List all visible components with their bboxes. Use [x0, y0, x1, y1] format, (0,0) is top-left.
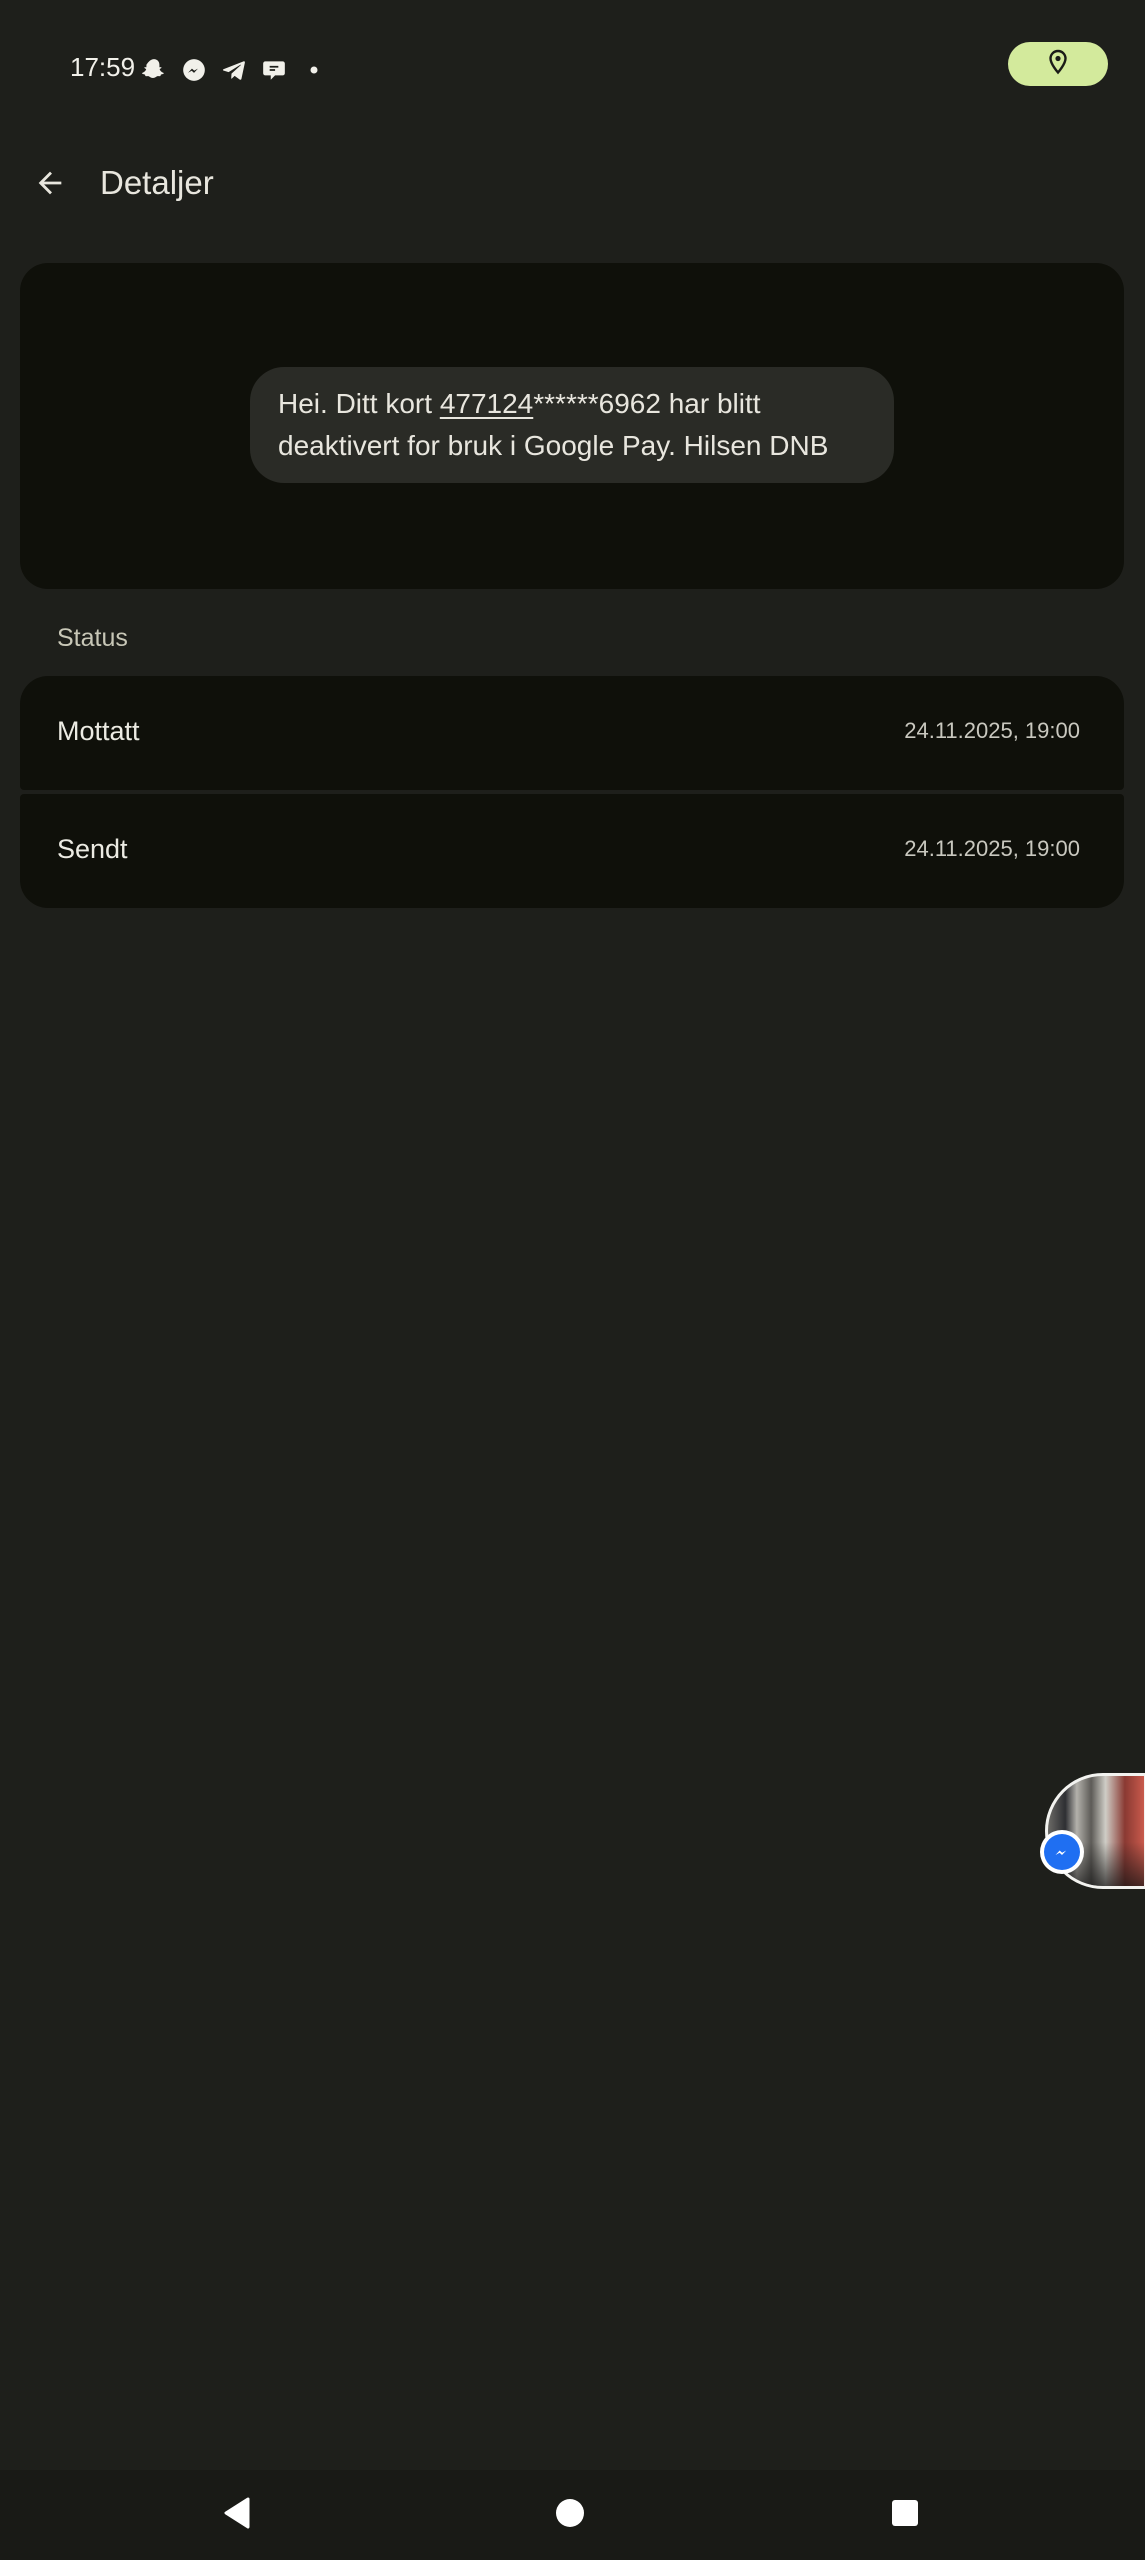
location-indicator[interactable] [1008, 42, 1108, 86]
chat-bubble-icon [260, 56, 288, 84]
nav-back-button[interactable] [212, 2490, 262, 2540]
nav-recents-icon [890, 2498, 920, 2533]
card-number-link[interactable]: 477124 [440, 388, 533, 419]
top-app-bar: Detaljer [0, 140, 1145, 230]
messenger-icon [180, 56, 208, 84]
status-bar: 17:59 [0, 0, 1145, 140]
status-row-time: 24.11.2025, 19:00 [904, 718, 1080, 743]
chat-head-badge [1040, 1830, 1084, 1874]
status-time: 17:59 [70, 52, 136, 82]
dot-icon [300, 56, 328, 84]
nav-recents-button[interactable] [880, 2490, 930, 2540]
page-title: Detaljer [100, 164, 214, 201]
message-preview-card: Hei. Ditt kort 477124******6962 har blit… [20, 263, 1124, 589]
system-navigation-bar [0, 2470, 1145, 2560]
status-row-time: 24.11.2025, 19:00 [904, 836, 1080, 861]
messenger-icon [1044, 1834, 1080, 1870]
message-text-suffix: ******6962 har blitt [533, 388, 761, 419]
location-pin-icon [1047, 49, 1069, 80]
telegram-icon [220, 56, 248, 84]
message-bubble[interactable]: Hei. Ditt kort 477124******6962 har blit… [250, 367, 894, 483]
back-button[interactable] [24, 159, 76, 211]
status-row-label: Sendt [57, 834, 128, 864]
message-text-prefix: Hei. Ditt kort [278, 388, 440, 419]
status-section-title: Status [57, 624, 128, 652]
nav-home-icon [554, 2497, 586, 2534]
snapchat-icon [140, 56, 168, 84]
message-line-1: Hei. Ditt kort 477124******6962 har blit… [278, 383, 866, 425]
status-row-sent: Sendt 24.11.2025, 19:00 [20, 794, 1124, 908]
message-line-2: deaktivert for bruk i Google Pay. Hilsen… [278, 430, 829, 461]
notification-icons [140, 56, 328, 84]
nav-home-button[interactable] [545, 2490, 595, 2540]
nav-back-icon [221, 2496, 253, 2535]
status-row-received: Mottatt 24.11.2025, 19:00 [20, 676, 1124, 790]
arrow-back-icon [33, 166, 67, 205]
status-row-label: Mottatt [57, 716, 140, 746]
